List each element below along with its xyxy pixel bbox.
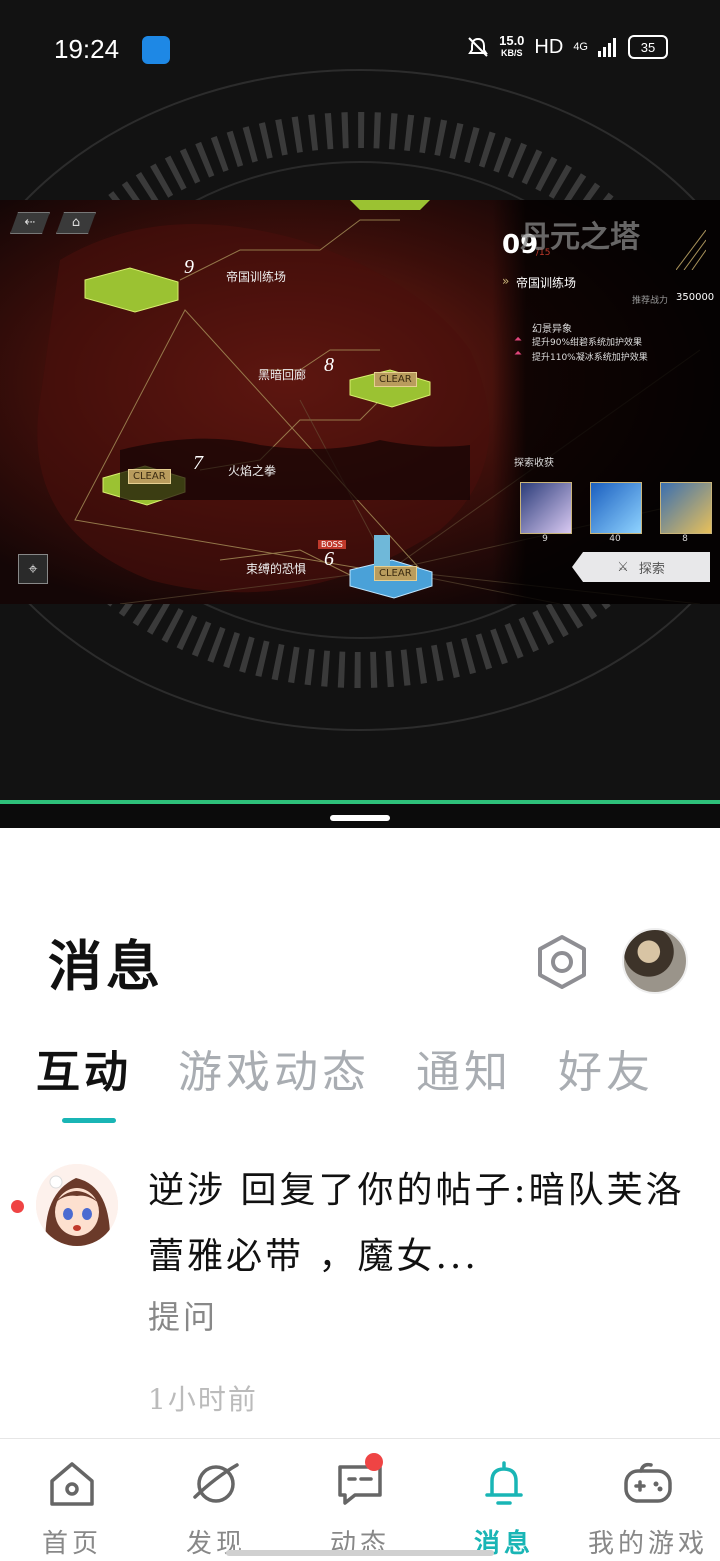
explore-label: 探索 [638, 561, 665, 577]
nav-home[interactable]: 首页 [0, 1457, 144, 1560]
settings-icon[interactable] [536, 934, 588, 990]
notification-badge [365, 1453, 383, 1471]
gamepad-icon [624, 1462, 672, 1503]
page-title: 消息 [48, 934, 164, 998]
decor-lines-icon [676, 230, 706, 270]
reward-count: 9 [542, 534, 548, 544]
effect-text: 提升110%凝冰系统加护效果 [532, 353, 648, 363]
stage-name[interactable]: 火焰之拳 [228, 462, 276, 479]
network-speed: 15.0 KB/S [499, 33, 525, 58]
clear-tag: CLEAR [128, 469, 171, 484]
power-label: 推荐战力 [632, 296, 669, 306]
reward-count: 40 [609, 534, 621, 544]
signal-icon [598, 38, 616, 57]
stage-name[interactable]: 黑暗回廊 [258, 366, 306, 383]
post-category: 提问 [148, 1298, 219, 1336]
message-time: 1小时前 [148, 1383, 258, 1416]
message-item[interactable]: 逆涉 回复了你的帖子:暗队芙洛蕾雅必带 ，魔女... 提问 1小时前 [0, 1158, 720, 1438]
sender-avatar[interactable] [36, 1164, 118, 1246]
anime-girl-avatar-icon [36, 1164, 118, 1246]
messages-app: 消息 互动 游戏动态 通知 好友 逆涉 回复了你的帖子:暗队芙洛蕾雅必带 ，魔女… [0, 828, 720, 1561]
android-app-icon [142, 36, 170, 64]
status-time: 19:24 [54, 34, 120, 64]
reward-count: 8 [682, 534, 688, 544]
swords-icon: ⚔ [617, 559, 629, 575]
power-value: 350000 [676, 292, 715, 303]
bell-icon [485, 1461, 523, 1505]
explore-button[interactable]: ⚔ 探索 [572, 552, 710, 582]
message-text: 逆涉 回复了你的帖子:暗队芙洛蕾雅必带 ，魔女... [148, 1170, 685, 1277]
unread-dot [11, 1200, 24, 1213]
phenomenon-title: 幻景异象 [532, 324, 572, 335]
stage-name[interactable]: 帝国训练场 [226, 268, 286, 285]
stage-number: 7 [193, 452, 203, 474]
network-type: 4G [573, 41, 588, 53]
up-arrow-icon: ⏶ [514, 348, 522, 359]
nav-label: 首页 [41, 1529, 102, 1559]
game-window: 19:24 15.0 KB/S HD 4G 35 ⇠ ⌂ ⌖ 9 帝国训练场 8… [0, 0, 720, 800]
nav-my-games[interactable]: 我的游戏 [576, 1457, 720, 1560]
rewards-title: 探索收获 [514, 458, 554, 469]
drag-handle[interactable] [330, 815, 390, 821]
stage-name[interactable]: 束缚的恐惧 [246, 560, 306, 577]
mute-bell-icon [468, 37, 488, 57]
home-icon [50, 1462, 94, 1506]
stage-number: 8 [324, 354, 334, 376]
clear-tag: CLEAR [374, 372, 417, 387]
bottom-navigation: 首页 发现 动态 消息 我的游戏 [0, 1438, 720, 1561]
locate-button[interactable]: ⌖ [18, 554, 48, 584]
battery-icon: 35 [628, 35, 668, 59]
stage-number: 9 [184, 256, 194, 278]
split-screen-divider[interactable] [0, 800, 720, 828]
nav-label: 我的游戏 [587, 1529, 708, 1559]
tab-notifications[interactable]: 通知 [416, 1036, 512, 1100]
planet-icon [193, 1463, 239, 1503]
clear-tag: CLEAR [374, 566, 417, 581]
home-indicator[interactable] [226, 1550, 494, 1556]
nav-discover[interactable]: 发现 [144, 1457, 288, 1560]
status-bar: 19:24 15.0 KB/S HD 4G 35 [0, 0, 720, 96]
snowflake-crystal-icon[interactable] [520, 482, 572, 534]
message-body: 逆涉 回复了你的帖子:暗队芙洛蕾雅必带 ，魔女... 提问 1小时前 [148, 1158, 688, 1418]
tab-friends[interactable]: 好友 [558, 1036, 654, 1100]
message-tabs: 互动 游戏动态 通知 好友 [36, 1036, 654, 1100]
nav-feed[interactable]: 动态 [288, 1453, 432, 1560]
blue-crystal-icon[interactable] [590, 482, 642, 534]
tab-game-updates[interactable]: 游戏动态 [178, 1036, 370, 1100]
chevron-icon: » [502, 274, 510, 288]
up-arrow-icon: ⏶ [514, 334, 522, 345]
user-avatar[interactable] [622, 928, 688, 994]
hd-indicator: HD [534, 35, 564, 58]
effect-text: 提升90%绀碧系统加护效果 [532, 338, 643, 348]
game-screen[interactable]: ⇠ ⌂ ⌖ 9 帝国训练场 8 黑暗回廊 CLEAR 7 火焰之拳 CLEAR … [0, 200, 720, 604]
active-tab-indicator [62, 1118, 116, 1123]
tab-interaction[interactable]: 互动 [36, 1036, 132, 1100]
fruit-basket-icon[interactable] [660, 482, 712, 534]
tower-title: 丹元之塔 [520, 220, 640, 255]
detail-stage-name: 帝国训练场 [516, 276, 577, 290]
stage-number: 6 [324, 548, 334, 570]
nav-messages[interactable]: 消息 [432, 1457, 576, 1560]
